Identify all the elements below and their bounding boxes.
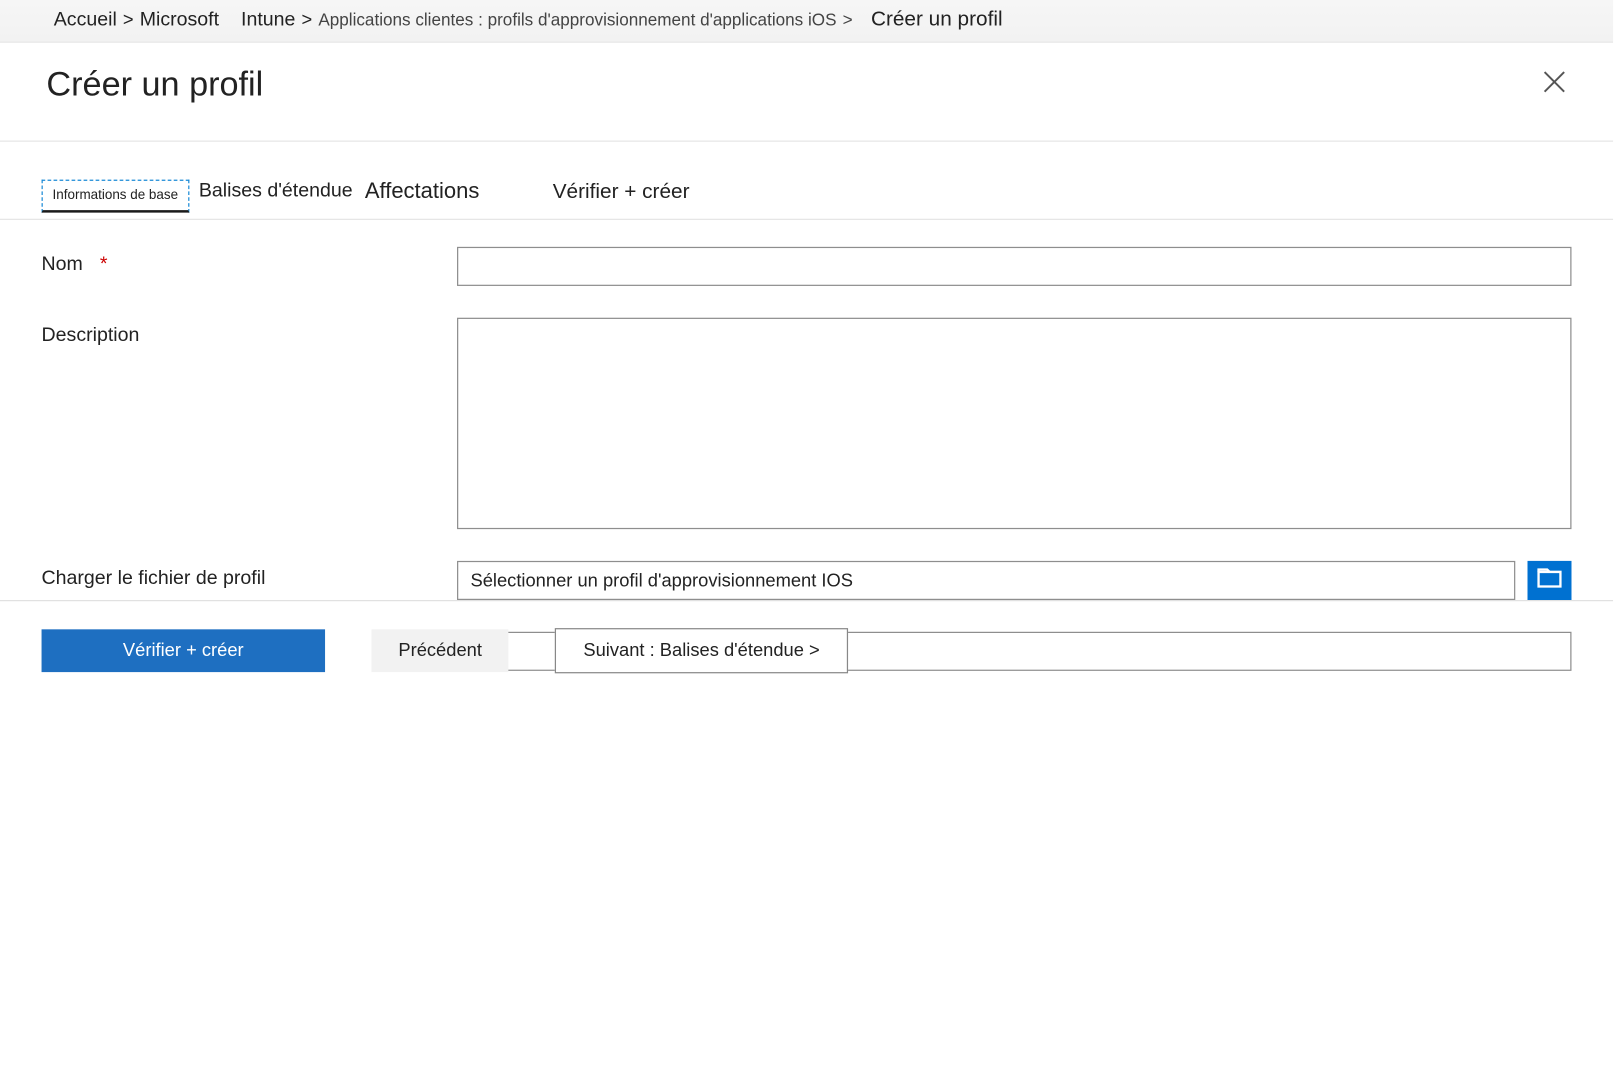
next-button[interactable]: Suivant : Balises d'étendue > [555,628,848,673]
tab-scope-tags[interactable]: Balises d'étendue [196,173,355,217]
wizard-footer: Vérifier + créer Précédent Suivant : Bal… [0,600,1613,715]
breadcrumb-item-apps[interactable]: Applications clientes : profils d'approv… [318,10,836,30]
label-file: Charger le fichier de profil [42,561,457,590]
breadcrumb-item-accueil[interactable]: Accueil [54,10,117,32]
breadcrumb-item-intune[interactable]: Intune [241,10,295,32]
breadcrumb-sep: > [843,10,853,30]
breadcrumb-item-microsoft[interactable]: Microsoft [140,10,219,32]
wizard-tabs: Informations de base Balises d'étendue A… [0,142,1613,220]
name-input[interactable] [457,247,1571,286]
close-button[interactable] [1537,67,1571,101]
tab-assignments[interactable]: Affectations [362,171,481,219]
tab-review-create[interactable]: Vérifier + créer [550,172,692,218]
folder-icon [1537,568,1561,594]
description-textarea[interactable] [457,318,1571,529]
previous-button[interactable]: Précédent [371,629,508,672]
file-browse-button[interactable] [1528,561,1572,600]
tab-basics[interactable]: Informations de base [42,179,190,212]
breadcrumb: Accueil > Microsoft Intune > Application… [0,0,1613,43]
label-name: Nom* [42,247,457,276]
breadcrumb-current: Créer un profil [871,7,1003,31]
page-title: Créer un profil [46,65,263,104]
review-create-button[interactable]: Vérifier + créer [42,629,326,672]
breadcrumb-sep: > [302,10,313,31]
file-picker-display[interactable]: Sélectionner un profil d'approvisionneme… [457,561,1515,600]
label-description: Description [42,318,457,347]
required-star: * [100,254,108,275]
close-icon [1542,69,1566,100]
breadcrumb-sep: > [123,10,134,31]
